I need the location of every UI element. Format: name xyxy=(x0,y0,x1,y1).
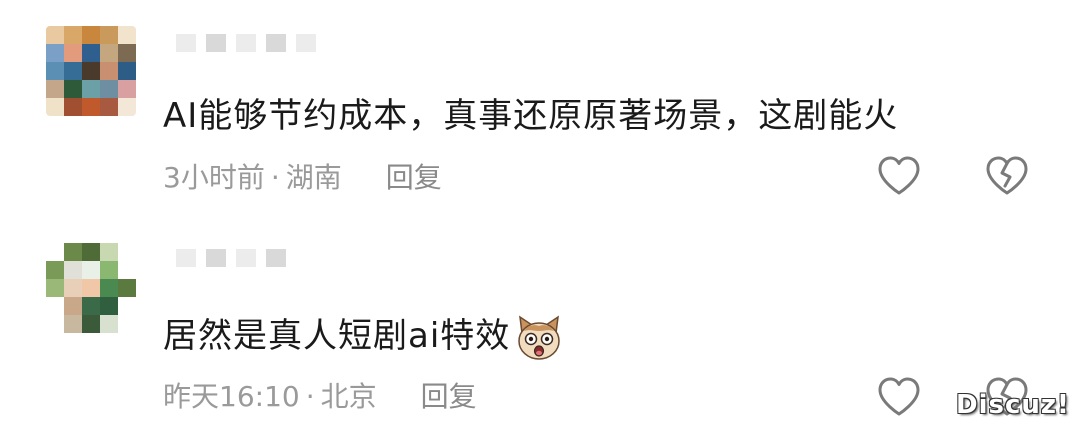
comment-meta: 昨天16:10 · 北京 回复 xyxy=(163,375,477,415)
comment-location: 北京 xyxy=(320,380,377,413)
comment-text: AI能够节约成本，真事还原原著场景，这剧能火 xyxy=(163,96,899,136)
username-blurred[interactable] xyxy=(176,30,316,56)
meta-separator: · xyxy=(305,380,315,413)
dislike-broken-heart-icon[interactable] xyxy=(984,155,1030,197)
comment-item: AI能够节约成本，真事还原原著场景，这剧能火 3小时前 · 湖南 回复 xyxy=(0,0,1080,215)
avatar[interactable] xyxy=(46,26,136,116)
reply-button[interactable]: 回复 xyxy=(386,161,442,194)
comment-time: 昨天16:10 xyxy=(163,380,300,413)
surprised-cat-emoji-icon xyxy=(514,313,564,363)
comment-time: 3小时前 xyxy=(163,161,265,194)
reply-button[interactable]: 回复 xyxy=(421,380,477,413)
comment-text: 居然是真人短剧ai特效 xyxy=(163,316,511,356)
like-heart-icon[interactable] xyxy=(876,155,922,197)
comment-item: 居然是真人短剧ai特效 昨天16:10 · 北京 回复 xyxy=(0,215,1080,431)
comment-location: 湖南 xyxy=(285,161,342,194)
like-heart-icon[interactable] xyxy=(876,376,922,418)
watermark: Discuz! xyxy=(956,390,1070,420)
avatar[interactable] xyxy=(46,243,136,333)
username-blurred[interactable] xyxy=(176,245,286,271)
comment-meta: 3小时前 · 湖南 回复 xyxy=(163,156,442,196)
comment-text-row: 居然是真人短剧ai特效 xyxy=(163,308,564,363)
meta-separator: · xyxy=(270,161,280,194)
